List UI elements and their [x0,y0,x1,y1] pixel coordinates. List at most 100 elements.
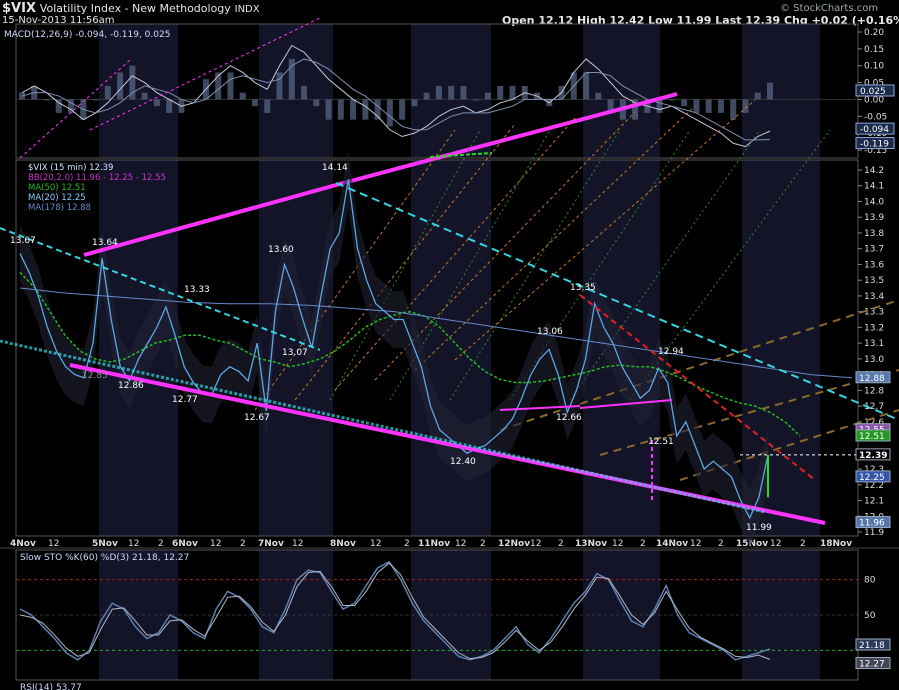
macd-histogram-bar [717,99,724,113]
sto-tick-label: 80 [864,576,876,586]
price-annotation-partial: 12.85 [82,371,108,381]
macd-histogram-bar [43,99,50,101]
macd-histogram-bar [92,99,99,101]
price-x-label: 4Nov [10,539,36,549]
price-tick-label: 13.9 [864,213,884,223]
macd-histogram-bar [399,99,406,120]
price-annotation-label: 13.35 [570,283,596,293]
price-x-label: 12 [292,539,303,549]
price-tick-label: 14.0 [864,197,884,207]
macd-tick-label: 0.15 [864,45,884,55]
macd-histogram-bar [313,99,320,107]
macd-histogram-bar [264,99,271,113]
macd-value-tag-label: -0.094 [860,125,889,135]
price-tick-label: 13.0 [864,355,884,365]
macd-histogram-bar [472,99,479,101]
macd-histogram-bar [435,85,442,100]
price-x-label: 12Nov [498,539,530,549]
price-tick-label: 13.1 [864,339,884,349]
price-tick-label: 13.4 [864,292,884,302]
price-tick-label: 13.7 [864,245,884,255]
price-x-label: 6Nov [172,539,198,549]
price-annotation-label: 12.86 [118,381,144,391]
price-annotation-label: 12.94 [658,347,684,357]
price-tick-label: 11.9 [864,528,884,538]
price-x-label: 12 [370,539,381,549]
price-tick-label: 13.5 [864,276,884,286]
macd-histogram-bar [337,99,344,120]
price-x-label: 12 [455,539,466,549]
price-annotation-label: 12.51 [648,437,674,447]
price-x-label: 11Nov [418,539,450,549]
price-tick-label: 12.1 [864,497,884,507]
rsi-legend: RSI(14) 53.77 [20,683,82,690]
sto-tick-label: 50 [864,611,876,621]
price-tick-label: 14.2 [864,166,884,176]
price-tick-label: 14.1 [864,182,884,192]
price-value-tag-label: 11.96 [859,519,885,529]
price-x-label: 2 [558,539,564,549]
price-x-label: 12 [612,539,623,549]
macd-histogram-bar [153,99,160,107]
macd-histogram-bar [386,99,393,127]
macd-histogram-bar [117,72,124,100]
macd-histogram-bar [239,92,246,100]
macd-histogram-bar [448,85,455,100]
macd-histogram-bar [705,99,712,113]
price-annotation-label: 13.60 [268,245,294,255]
price-x-label: 2 [158,539,164,549]
price-annotation-label: 13.67 [10,236,36,246]
price-x-label: 2 [404,539,410,549]
macd-histogram-bar [742,99,749,113]
price-value-tag-label: 12.39 [859,451,887,461]
macd-histogram-bar [656,99,663,113]
macd-histogram-bar [141,92,148,100]
macd-histogram-bar [411,99,418,107]
macd-histogram-bar [484,92,491,100]
price-value-tag-label: 12.88 [859,374,885,384]
price-x-label: 14Nov [656,539,688,549]
macd-histogram-bar [325,99,332,120]
macd-histogram-bar [362,99,369,120]
price-annotation-label: 12.67 [244,413,270,423]
macd-value-tag-label: -0.119 [860,140,889,150]
macd-histogram-bar [754,92,761,100]
price-x-label: 18Nov [820,539,852,549]
macd-histogram-bar [497,85,504,100]
price-x-label: 12 [128,539,139,549]
sto-value-tag-label: 21.18 [859,641,885,651]
price-x-label: 2 [800,539,806,549]
price-x-label: 5Nov [92,539,118,549]
price-x-label: 12 [770,539,781,549]
macd-histogram-bar [166,99,173,113]
price-x-label: 12 [210,539,221,549]
price-annotation-label: 12.66 [556,413,582,423]
price-annotation-label: 12.77 [172,395,198,405]
day-band-macd-0 [99,24,178,158]
price-x-label: 7Nov [258,539,284,549]
macd-histogram-bar [767,82,773,100]
macd-value-tag-label: 0.025 [860,87,886,97]
price-x-label: 13Nov [575,539,607,549]
price-legend-4: MA(178) 12.88 [28,203,91,213]
macd-legend: MACD(12,26,9) -0.094, -0.119, 0.025 [4,30,170,40]
price-legend-1: BB(20,2.0) 11.96 - 12.25 - 12.55 [28,173,166,183]
macd-histogram-bar [227,72,234,100]
macd-histogram-bar [668,99,675,101]
price-x-label: 8Nov [330,539,356,549]
price-annotation-label: 13.07 [282,348,308,358]
macd-tick-label: 0.20 [864,28,884,38]
chart-root: $VIX Volatility Index - New Methodology … [0,0,899,690]
macd-histogram-bar [681,99,688,107]
price-legend-2: MA(50) 12.51 [28,183,86,193]
macd-histogram-bar [350,99,357,120]
price-x-label: 12 [530,539,541,549]
price-annotation-label: 13.64 [92,238,118,248]
sto-value-tag-label: 12.27 [859,660,885,670]
macd-histogram-bar [509,85,516,100]
price-x-label: 12 [690,539,701,549]
macd-histogram-bar [730,99,737,120]
macd-histogram-bar [251,99,258,107]
sto-legend: Slow STO %K(60) %D(3) 21.18, 12.27 [20,553,189,563]
price-x-label: 2 [240,539,246,549]
